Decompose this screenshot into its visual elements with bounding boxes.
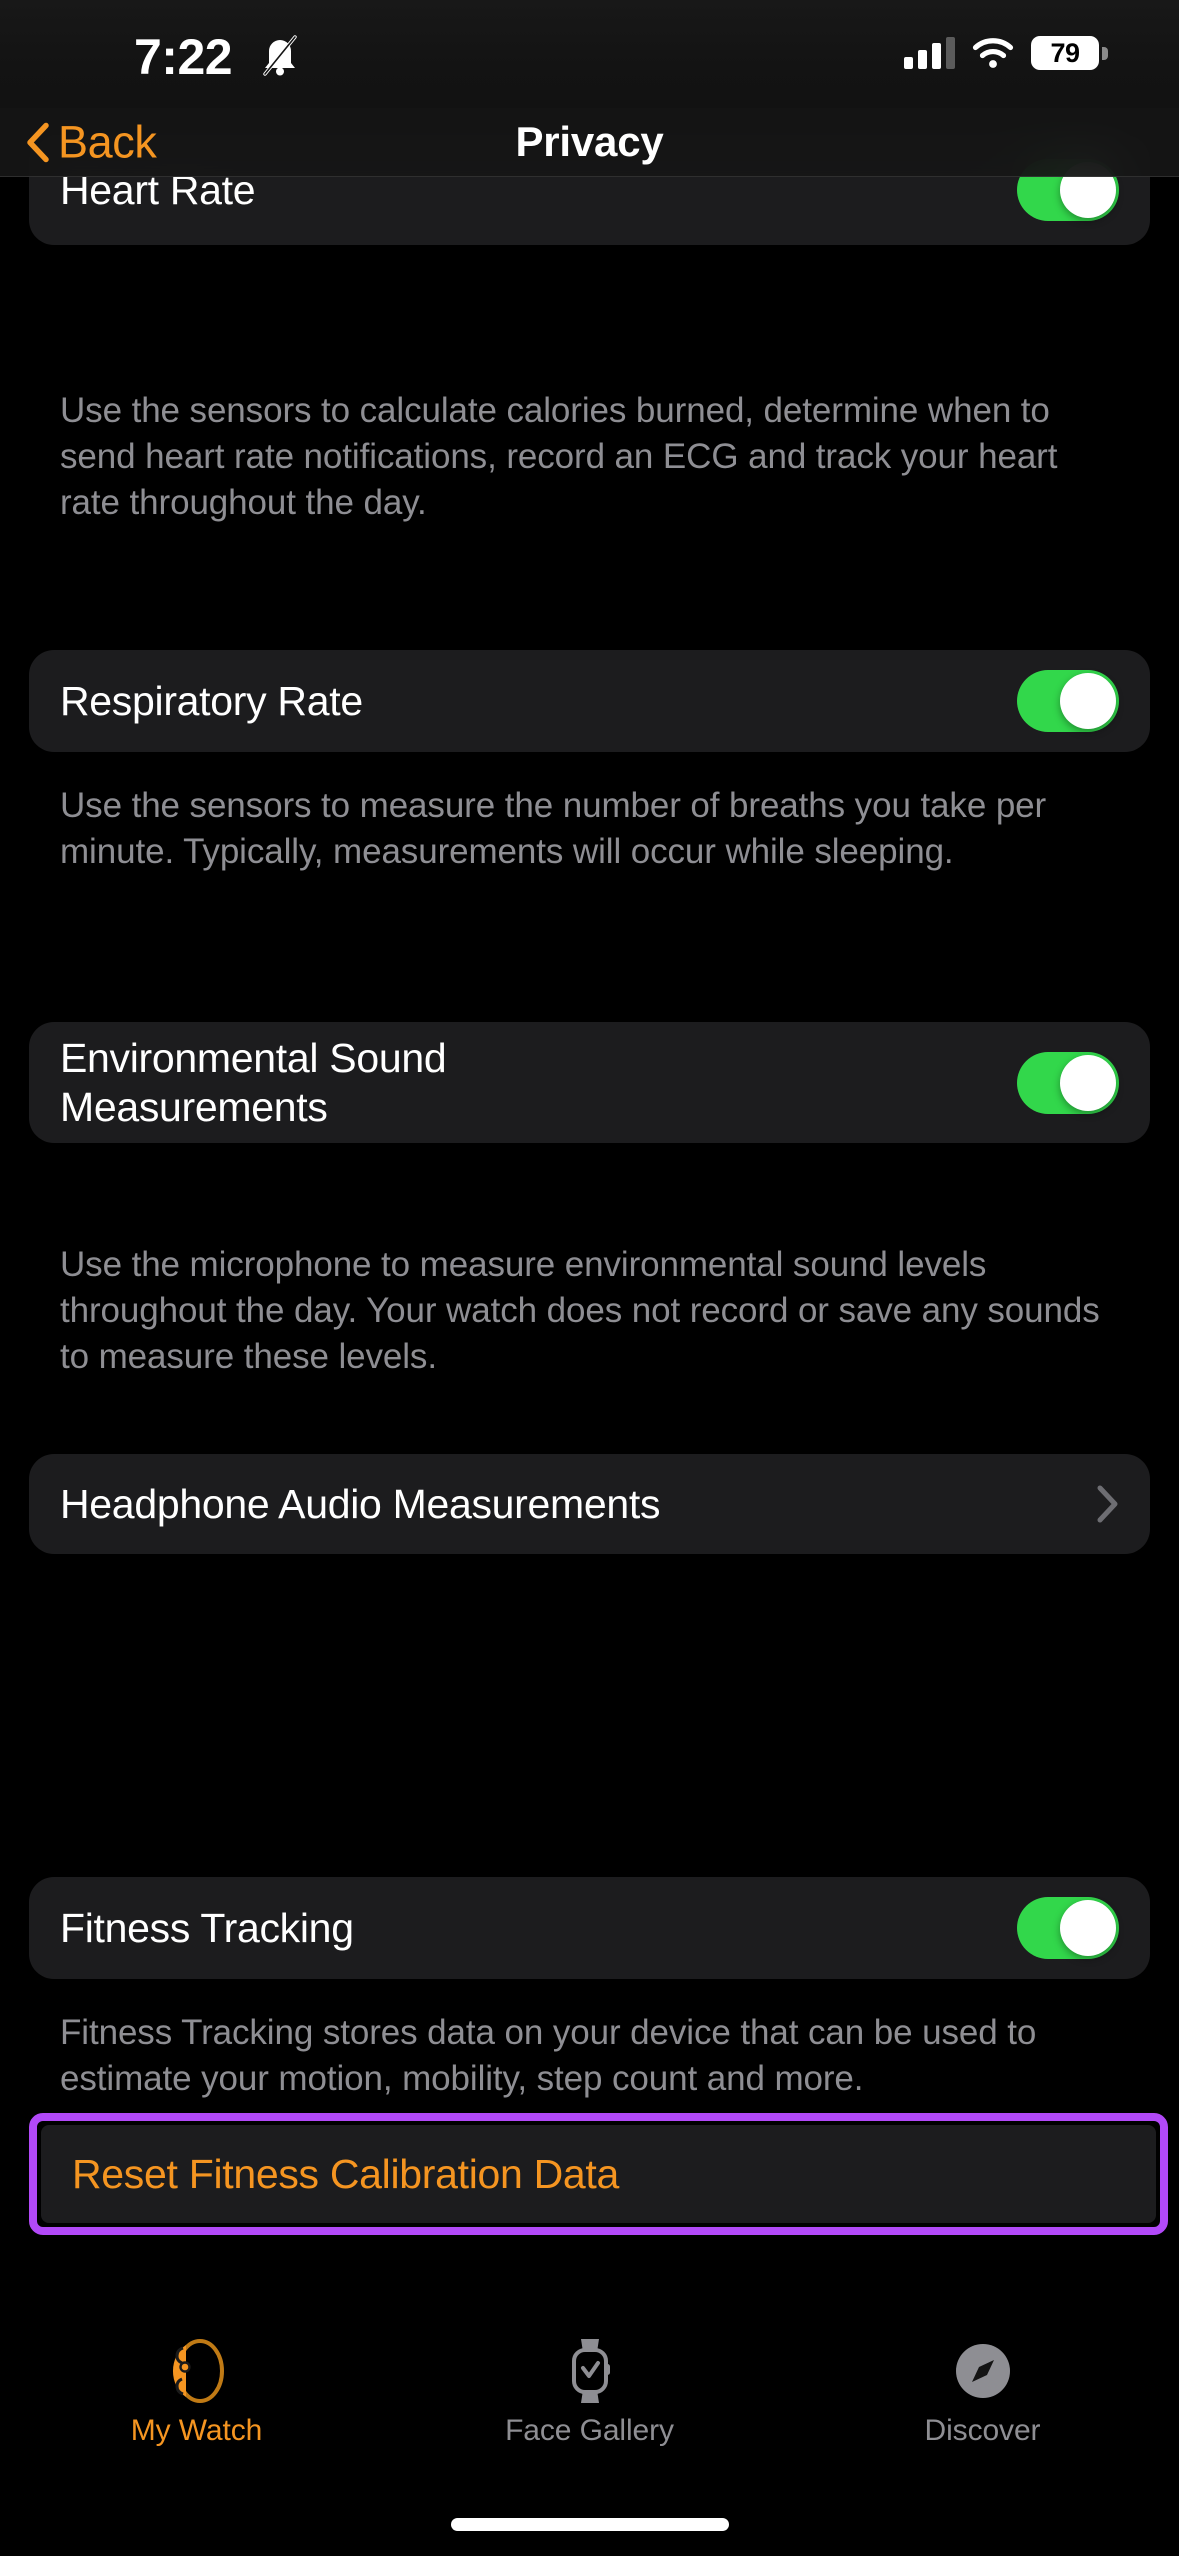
toggle-knob	[1060, 1054, 1116, 1111]
tab-discover[interactable]: Discover	[786, 2338, 1179, 2448]
tab-label-discover: Discover	[924, 2414, 1041, 2447]
watch-side-icon	[169, 2338, 225, 2404]
highlight-outline: Reset Fitness Calibration Data	[29, 2113, 1168, 2235]
setting-row-fitness-tracking[interactable]: Fitness Tracking	[29, 1877, 1150, 1979]
battery-percent-label: 79	[1050, 37, 1080, 68]
tab-label-my-watch: My Watch	[130, 2414, 263, 2447]
bell-slash-icon	[258, 32, 302, 78]
setting-row-environmental-sound-measurements[interactable]: Environmental Sound Measurements	[29, 1022, 1150, 1143]
setting-description-respiratory-rate: Use the sensors to measure the number of…	[60, 786, 1047, 871]
cellular-signal-icon	[904, 37, 955, 69]
navigation-bar: Back Privacy	[0, 108, 1179, 177]
setting-row-respiratory-rate[interactable]: Respiratory Rate	[29, 650, 1150, 752]
wifi-icon	[972, 37, 1014, 69]
battery-indicator: 79	[1031, 36, 1108, 70]
setting-title-respiratory-rate: Respiratory Rate	[60, 677, 363, 724]
toggle-knob	[1060, 1900, 1116, 1956]
setting-description-environmental-sound-measurements: Use the microphone to measure environmen…	[60, 1245, 1100, 1376]
tab-my-watch[interactable]: My Watch	[0, 2338, 393, 2448]
setting-description-heart-rate: Use the sensors to calculate calories bu…	[60, 391, 1058, 522]
setting-title-fitness-tracking: Fitness Tracking	[60, 1904, 354, 1951]
toggle-environmental-sound-measurements[interactable]	[1017, 1051, 1119, 1114]
tab-face-gallery[interactable]: Face Gallery	[393, 2338, 786, 2448]
setting-description-fitness-tracking: Fitness Tracking stores data on your dev…	[60, 2013, 1037, 2098]
toggle-respiratory-rate[interactable]	[1017, 670, 1119, 732]
reset-fitness-calibration-data-button[interactable]: Reset Fitness Calibration Data	[41, 2125, 1156, 2223]
settings-scroll-view[interactable]: Heart Rate Use the sensors to calculate …	[0, 0, 1179, 2556]
reset-button-label: Reset Fitness Calibration Data	[72, 2150, 620, 2197]
toggle-fitness-tracking[interactable]	[1017, 1897, 1119, 1959]
status-bar-clock: 7:22	[134, 29, 233, 85]
watch-face-icon	[567, 2338, 613, 2404]
setting-title-environmental-sound-measurements: Environmental Sound Measurements	[60, 1035, 447, 1130]
home-indicator[interactable]	[450, 2518, 729, 2531]
page-title: Privacy	[515, 118, 664, 165]
setting-row-headphone-audio-measurements[interactable]: Headphone Audio Measurements	[29, 1454, 1150, 1554]
toggle-knob	[1060, 673, 1116, 729]
tab-label-face-gallery: Face Gallery	[505, 2414, 674, 2447]
compass-icon	[953, 2338, 1013, 2404]
status-bar: 7:22 79	[0, 0, 1179, 108]
setting-title-headphone-audio-measurements: Headphone Audio Measurements	[60, 1480, 661, 1527]
chevron-right-icon	[1097, 1485, 1119, 1523]
status-bar-indicators: 79	[904, 36, 1108, 70]
